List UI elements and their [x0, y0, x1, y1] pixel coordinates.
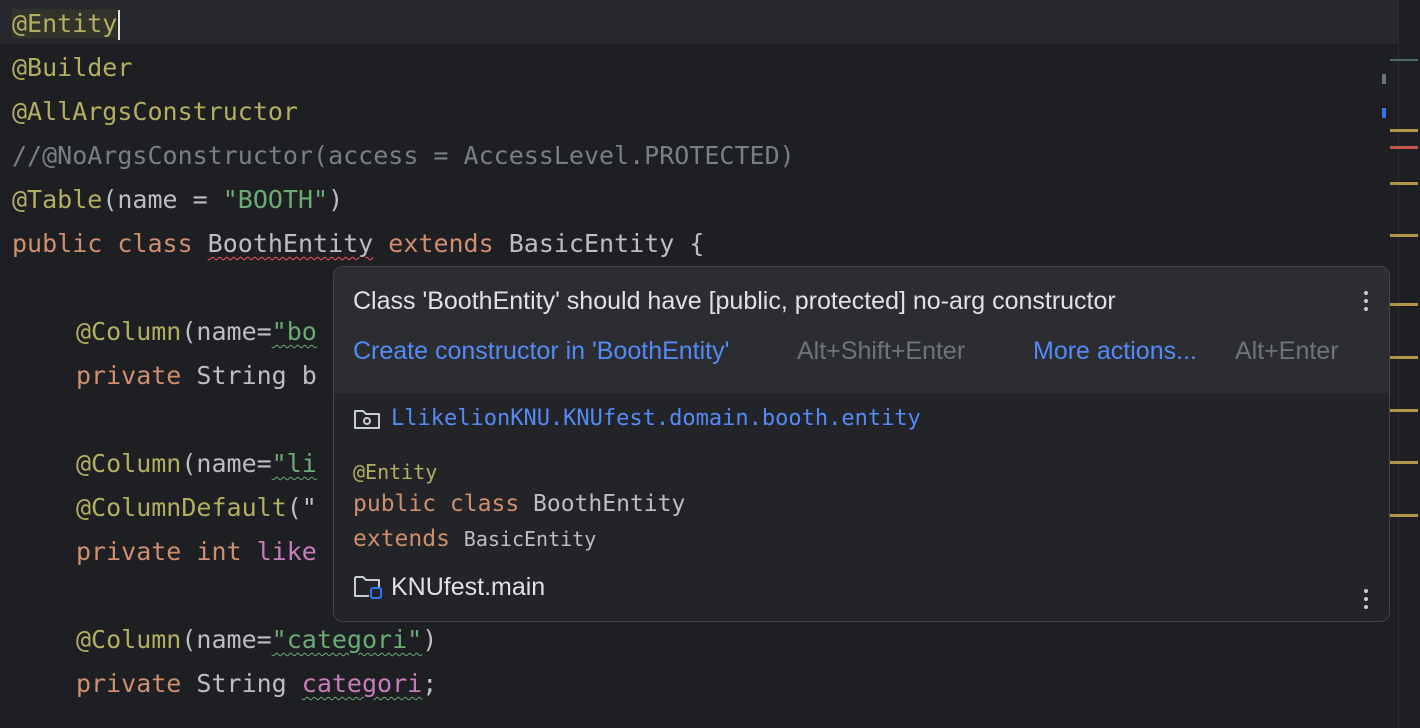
error-stripe-gutter[interactable] — [1398, 0, 1420, 728]
warning-marker[interactable] — [1390, 129, 1418, 132]
code-line-12[interactable]: @ColumnDefault(" — [76, 486, 317, 530]
doc-superclass: BasicEntity — [463, 527, 597, 551]
package-folder-icon — [354, 410, 380, 429]
more-options-icon[interactable] — [1356, 287, 1376, 315]
warning-marker[interactable] — [1390, 303, 1418, 306]
create-constructor-shortcut: Alt+Shift+Enter — [797, 337, 966, 365]
code-text: (name = — [102, 185, 223, 214]
popup-header — [334, 267, 1389, 393]
column-annotation: @Column — [76, 625, 182, 654]
code-text: ) — [328, 185, 344, 214]
module-name: KNUfest.main — [391, 572, 546, 601]
doc-annotation-line: @Entity — [353, 460, 437, 484]
code-text: ) — [422, 625, 438, 654]
code-line-9[interactable]: private String b — [76, 354, 317, 398]
current-line-highlight — [0, 0, 1398, 44]
column-default-annotation: @ColumnDefault — [76, 493, 287, 522]
code-line-3[interactable]: @AllArgsConstructor — [12, 90, 298, 134]
keyword: private int — [76, 537, 257, 566]
package-link[interactable]: LlikelionKNU.KNUfest.domain.booth.entity — [391, 406, 921, 431]
field-name: categori — [301, 669, 423, 698]
allargs-annotation: @AllArgsConstructor — [12, 97, 298, 126]
code-line-8[interactable]: @Column(name="bo — [76, 310, 317, 354]
code-text: String b — [196, 361, 317, 390]
more-actions-link[interactable]: More actions... — [1033, 337, 1197, 366]
inspection-message: Class 'BoothEntity' should have [public,… — [353, 287, 1116, 315]
more-actions-shortcut: Alt+Enter — [1235, 337, 1339, 365]
warning-marker[interactable] — [1390, 514, 1418, 517]
scroll-marker[interactable] — [1390, 59, 1418, 61]
code-line-1[interactable]: @Entity — [12, 2, 121, 46]
code-text: (name= — [181, 449, 272, 478]
scroll-marker[interactable] — [1382, 74, 1386, 84]
keyword: public class — [12, 229, 208, 258]
code-line-2[interactable]: @Builder — [12, 46, 132, 90]
column-name-string: "li — [271, 449, 317, 478]
column-annotation: @Column — [76, 449, 182, 478]
code-text: BasicEntity { — [508, 229, 705, 258]
code-text: ; — [422, 669, 438, 698]
code-text: String — [196, 669, 302, 698]
code-line-6[interactable]: public class BoothEntity extends BasicEn… — [12, 222, 704, 266]
doc-extends-line: extends BasicEntity — [353, 526, 596, 552]
warning-marker[interactable] — [1390, 409, 1418, 412]
keyword: private — [76, 669, 197, 698]
inspection-popup: Class 'BoothEntity' should have [public,… — [333, 266, 1390, 622]
column-annotation: @Column — [76, 317, 182, 346]
code-text: (" — [286, 493, 317, 522]
text-caret — [118, 10, 121, 40]
code-line-11[interactable]: @Column(name="li — [76, 442, 317, 486]
doc-annotation: @Entity — [353, 460, 438, 484]
table-annotation: @Table — [12, 185, 103, 214]
gutter-divider — [1398, 0, 1399, 728]
keyword: extends — [373, 229, 509, 258]
scroll-marker[interactable] — [1382, 108, 1386, 118]
module-folder-icon — [354, 576, 382, 599]
doc-class-name: BoothEntity — [533, 491, 686, 517]
warning-marker[interactable] — [1390, 182, 1418, 185]
code-line-15[interactable]: @Column(name="categori") — [76, 618, 437, 662]
code-line-5[interactable]: @Table(name = "BOOTH") — [12, 178, 343, 222]
entity-annotation: @Entity — [12, 9, 118, 38]
warning-marker[interactable] — [1390, 461, 1418, 464]
module-row: KNUfest.main — [353, 570, 545, 604]
doc-extends-keyword: extends — [353, 526, 464, 552]
code-text: (name= — [181, 317, 272, 346]
code-text: (name= — [181, 625, 272, 654]
column-name-string: "bo — [271, 317, 317, 346]
create-constructor-action[interactable]: Create constructor in 'BoothEntity' — [353, 337, 729, 366]
code-line-16[interactable]: private String categori; — [76, 662, 437, 706]
builder-annotation: @Builder — [12, 53, 133, 82]
doc-declaration-line: public class BoothEntity — [353, 491, 685, 517]
warning-marker[interactable] — [1390, 234, 1418, 237]
doc-options-icon[interactable] — [1356, 585, 1376, 613]
table-name-string: "BOOTH" — [222, 185, 329, 214]
code-line-4[interactable]: //@NoArgsConstructor(access = AccessLeve… — [12, 134, 795, 178]
error-marker[interactable] — [1390, 146, 1418, 149]
doc-keyword: public class — [353, 491, 534, 517]
package-row: LlikelionKNU.KNUfest.domain.booth.entity — [353, 403, 921, 433]
keyword: private — [76, 361, 197, 390]
code-line-13[interactable]: private int like — [76, 530, 317, 574]
column-name-string: "categori" — [271, 625, 423, 654]
field-name: like — [256, 537, 317, 566]
class-name-error[interactable]: BoothEntity — [208, 229, 374, 258]
comment-line: //@NoArgsConstructor(access = AccessLeve… — [12, 141, 795, 170]
warning-marker[interactable] — [1390, 356, 1418, 359]
